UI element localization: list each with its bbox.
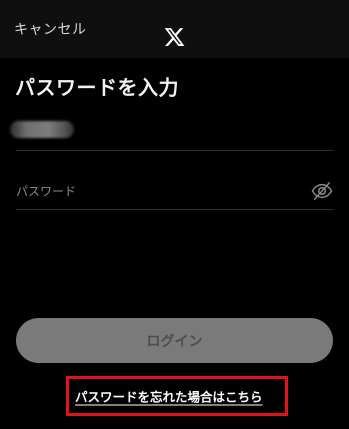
x-logo-icon [163, 26, 186, 48]
cancel-button[interactable]: キャンセル [14, 19, 87, 39]
username-field-underline [16, 150, 333, 151]
username-field-blurred-value[interactable] [10, 121, 74, 138]
password-field-underline [16, 209, 333, 210]
top-bar: キャンセル [0, 0, 349, 58]
eye-slash-icon[interactable] [311, 181, 333, 201]
forgot-password-link[interactable]: パスワードを忘れた場合はこちら [75, 387, 263, 406]
login-button[interactable]: ログイン [16, 318, 333, 363]
page-title: パスワードを入力 [15, 75, 179, 100]
password-screen: キャンセル パスワードを入力 パスワード ログイン パスワードを忘れた場合はこち… [0, 0, 349, 429]
password-input[interactable]: パスワード [16, 183, 76, 200]
